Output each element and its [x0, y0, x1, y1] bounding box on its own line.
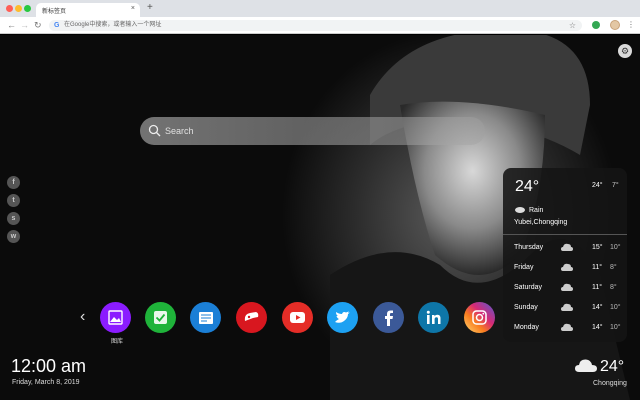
- forecast-high: 11°: [592, 284, 603, 291]
- weather-condition: Rain: [529, 207, 544, 214]
- snapchat-icon[interactable]: s: [7, 212, 20, 225]
- linkedin-app-button[interactable]: [418, 302, 449, 333]
- tab-bar: 新标签页 × +: [0, 0, 640, 17]
- instagram-app-button[interactable]: [464, 302, 495, 333]
- weather-low: 7°: [612, 182, 619, 189]
- clock-time: 12:00 am: [11, 356, 87, 376]
- bookmark-star-icon[interactable]: ☆: [569, 21, 576, 30]
- weather-divider: [503, 234, 627, 235]
- forecast-row: Friday 11° 8°: [503, 259, 627, 279]
- forecast-day: Thursday: [514, 244, 544, 251]
- weather-location: Yubei,Chongqing: [514, 219, 568, 226]
- forecast-high: 14°: [592, 304, 603, 311]
- reload-button[interactable]: ↻: [34, 20, 42, 30]
- active-tab[interactable]: 新标签页 ×: [36, 3, 140, 17]
- gallery-icon: [100, 302, 131, 333]
- twitter-app-button[interactable]: [327, 302, 358, 333]
- forecast-day: Monday: [514, 324, 539, 331]
- dock-prev-arrow[interactable]: ‹: [80, 308, 85, 326]
- gallery-app-label: 图库: [110, 339, 123, 345]
- maximize-window-button[interactable]: [24, 5, 31, 12]
- browser-menu-icon[interactable]: ⋮: [627, 20, 635, 30]
- extension-icon[interactable]: [592, 21, 600, 29]
- gamepad-icon: [236, 302, 267, 333]
- forecast-row: Saturday 11° 8°: [503, 279, 627, 299]
- linkedin-icon: [418, 302, 449, 333]
- weather-high: 24°: [592, 182, 603, 189]
- gallery-app-button[interactable]: [100, 302, 131, 333]
- tab-close-icon[interactable]: ×: [131, 5, 135, 13]
- clock-date: Friday, March 8, 2019: [12, 379, 80, 386]
- forecast-low: 8°: [610, 284, 617, 291]
- search-icon: [148, 124, 161, 137]
- youtube-icon: [282, 302, 313, 333]
- current-temp[interactable]: 24°: [600, 358, 624, 376]
- search-input[interactable]: [165, 124, 465, 138]
- twitter-bird-icon: [327, 302, 358, 333]
- forecast-low: 10°: [610, 324, 621, 331]
- facebook-icon[interactable]: f: [7, 176, 20, 189]
- forecast-low: 10°: [610, 304, 621, 311]
- rain-icon: [515, 207, 525, 213]
- new-tab-button[interactable]: +: [147, 3, 153, 13]
- cloud-icon: [575, 359, 597, 372]
- cloud-icon: [561, 303, 573, 311]
- news-icon: [190, 302, 221, 333]
- checkmark-icon: [145, 302, 176, 333]
- wechat-icon[interactable]: w: [7, 230, 20, 243]
- forward-button[interactable]: →: [20, 20, 29, 30]
- browser-toolbar: ← → ↻ G 在Google中搜索，或者输入一个网址 ☆: [0, 17, 640, 34]
- cloud-icon: [561, 283, 573, 291]
- games-app-button[interactable]: [236, 302, 267, 333]
- instagram-icon: [464, 302, 495, 333]
- forecast-row: Monday 14° 10°: [503, 319, 627, 339]
- forecast-high: 15°: [592, 244, 603, 251]
- profile-avatar[interactable]: [610, 20, 620, 30]
- minimize-window-button[interactable]: [15, 5, 22, 12]
- weather-current-temp: 24°: [515, 178, 540, 195]
- forecast-high: 11°: [592, 264, 603, 271]
- forecast-low: 8°: [610, 264, 617, 271]
- address-bar[interactable]: G 在Google中搜索，或者输入一个网址 ☆: [49, 20, 582, 31]
- cloud-icon: [561, 243, 573, 251]
- forecast-day: Saturday: [514, 284, 543, 291]
- facebook-app-button[interactable]: [373, 302, 404, 333]
- cloud-icon: [561, 263, 573, 271]
- facebook-f-icon: [373, 302, 404, 333]
- tab-title: 新标签页: [42, 9, 67, 15]
- forecast-day: Friday: [514, 264, 534, 271]
- settings-gear-icon[interactable]: ⚙: [618, 44, 632, 58]
- tasks-app-button[interactable]: [145, 302, 176, 333]
- back-button[interactable]: ←: [7, 20, 16, 30]
- forecast-low: 10°: [610, 244, 621, 251]
- youtube-app-button[interactable]: [282, 302, 313, 333]
- forecast-row: Sunday 14° 10°: [503, 299, 627, 319]
- forecast-row: Thursday 15° 10°: [503, 239, 627, 259]
- forecast-high: 14°: [592, 324, 603, 331]
- weather-panel[interactable]: 24° 24° 7° Rain Yubei,Chongqing Thursday…: [503, 168, 627, 342]
- forecast-day: Sunday: [514, 304, 538, 311]
- cloud-icon: [561, 323, 573, 331]
- current-city: Chongqing: [593, 380, 627, 387]
- close-window-button[interactable]: [6, 5, 13, 12]
- google-icon: G: [54, 22, 60, 29]
- twitter-icon[interactable]: t: [7, 194, 20, 207]
- news-app-button[interactable]: [190, 302, 221, 333]
- address-bar-placeholder: 在Google中搜索，或者输入一个网址: [64, 22, 162, 28]
